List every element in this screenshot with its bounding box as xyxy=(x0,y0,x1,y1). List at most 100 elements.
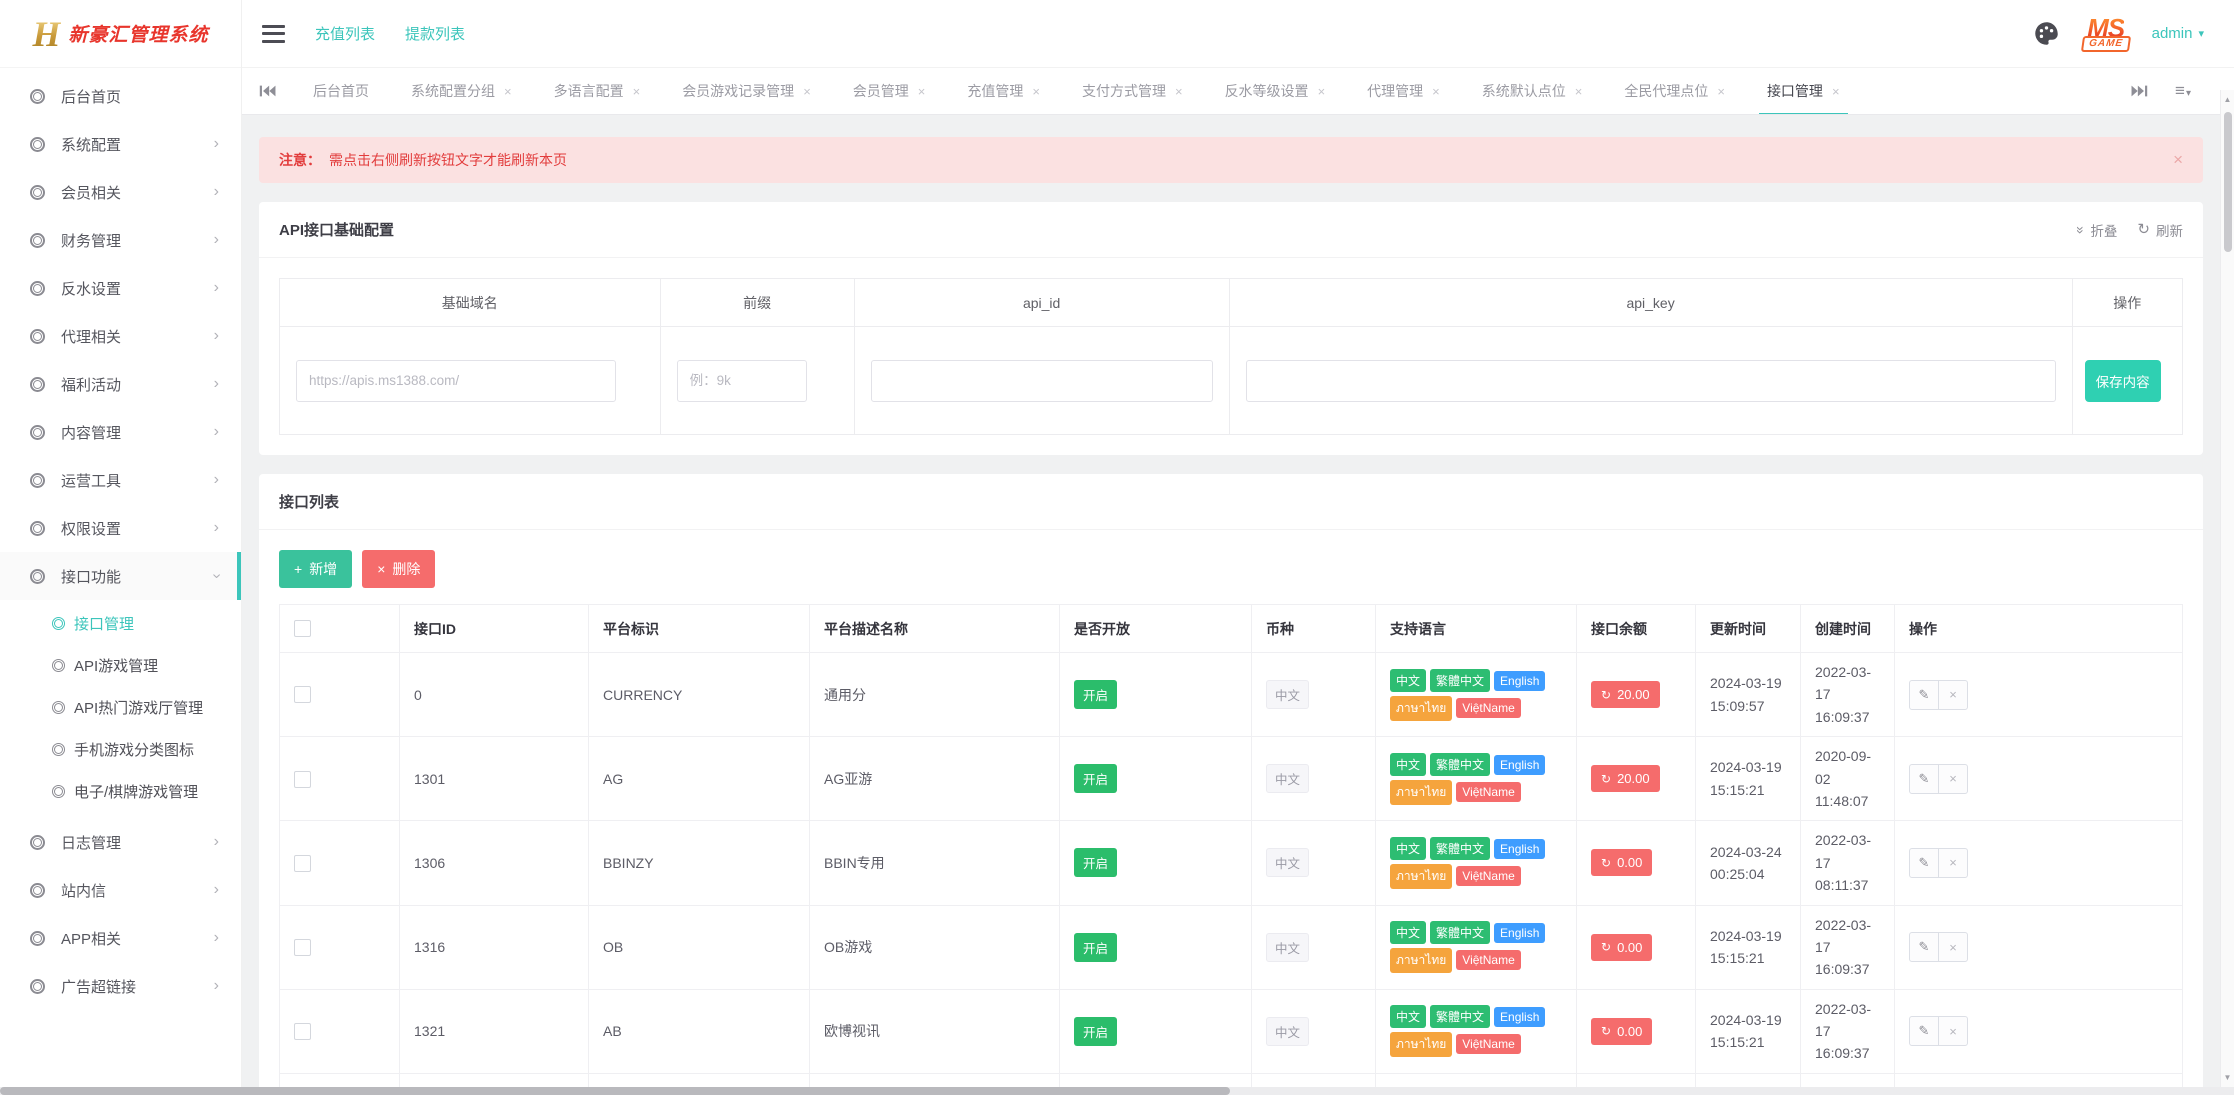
tab-item[interactable]: 充值管理× xyxy=(959,68,1048,114)
api-id-input[interactable] xyxy=(871,360,1213,402)
sidebar-item[interactable]: 日志管理› xyxy=(0,818,241,866)
tab-close-icon[interactable]: × xyxy=(918,85,926,98)
tab-item[interactable]: 接口管理× xyxy=(1759,68,1848,114)
prefix-input[interactable] xyxy=(677,360,807,402)
sidebar-item[interactable]: 反水设置› xyxy=(0,264,241,312)
tab-item[interactable]: 多语言配置× xyxy=(546,68,649,114)
horizontal-scrollbar[interactable] xyxy=(0,1087,2234,1095)
scroll-tabs-right-icon[interactable] xyxy=(2131,84,2149,98)
row-checkbox[interactable] xyxy=(294,686,311,703)
base-domain-input[interactable] xyxy=(296,360,616,402)
hamburger-menu-icon[interactable] xyxy=(262,25,285,43)
tab-close-icon[interactable]: × xyxy=(1175,85,1183,98)
sidebar-item[interactable]: 后台首页 xyxy=(0,72,241,120)
tab-item[interactable]: 支付方式管理× xyxy=(1074,68,1191,114)
sidebar-item[interactable]: 财务管理› xyxy=(0,216,241,264)
tab-close-icon[interactable]: × xyxy=(1575,85,1583,98)
sidebar-item[interactable]: 权限设置› xyxy=(0,504,241,552)
tab-close-icon[interactable]: × xyxy=(1318,85,1326,98)
api-key-input[interactable] xyxy=(1246,360,2056,402)
withdraw-list-link[interactable]: 提款列表 xyxy=(405,23,465,44)
tab-close-icon[interactable]: × xyxy=(1832,85,1840,98)
collapse-button[interactable]: » 折叠 xyxy=(2077,220,2118,240)
tab-close-icon[interactable]: × xyxy=(504,85,512,98)
tab-options-menu-icon[interactable]: ≡▾ xyxy=(2175,81,2192,101)
horizontal-scrollbar-thumb[interactable] xyxy=(0,1087,1230,1095)
tab-close-icon[interactable]: × xyxy=(803,85,811,98)
notice-close-icon[interactable]: × xyxy=(2173,150,2183,170)
remove-button[interactable]: × xyxy=(1938,680,1968,710)
edit-button[interactable]: ✎ xyxy=(1909,680,1939,710)
edit-button[interactable]: ✎ xyxy=(1909,1016,1939,1046)
tab-close-icon[interactable]: × xyxy=(1432,85,1440,98)
sidebar-item[interactable]: 会员相关› xyxy=(0,168,241,216)
table-action-buttons: + 新增 × 删除 xyxy=(279,550,2183,588)
sidebar-item[interactable]: 代理相关› xyxy=(0,312,241,360)
edit-button[interactable]: ✎ xyxy=(1909,848,1939,878)
row-checkbox[interactable] xyxy=(294,855,311,872)
balance-refresh-button[interactable]: ↻20.00 xyxy=(1591,765,1660,792)
vertical-scrollbar-thumb[interactable] xyxy=(2224,112,2232,252)
recharge-list-link[interactable]: 充值列表 xyxy=(315,23,375,44)
user-menu[interactable]: admin ▾ xyxy=(2152,25,2204,42)
palette-icon[interactable] xyxy=(2033,20,2060,47)
balance-refresh-button[interactable]: ↻0.00 xyxy=(1591,1018,1652,1045)
sidebar-item[interactable]: 福利活动› xyxy=(0,360,241,408)
tab-close-icon[interactable]: × xyxy=(1717,85,1725,98)
remove-button[interactable]: × xyxy=(1938,1016,1968,1046)
form-column-header: api_key xyxy=(1229,279,2072,327)
tab-close-icon[interactable]: × xyxy=(1032,85,1040,98)
sidebar-subitem[interactable]: 手机游戏分类图标 xyxy=(0,728,241,770)
sidebar-item[interactable]: 内容管理› xyxy=(0,408,241,456)
tab-item[interactable]: 反水等级设置 × xyxy=(1217,68,1334,114)
language-badge: English xyxy=(1494,1007,1545,1027)
tab-item[interactable]: 系统配置分组× xyxy=(403,68,520,114)
refresh-button[interactable]: ↻ 刷新 xyxy=(2137,220,2183,240)
tab-item[interactable]: 会员游戏记录管理× xyxy=(674,68,819,114)
remove-button[interactable]: × xyxy=(1938,764,1968,794)
tab-item[interactable]: 会员管理× xyxy=(845,68,934,114)
languages-cell: 中文繁體中文EnglishภาษาไทยViệtName xyxy=(1376,1073,1577,1087)
sidebar-item[interactable]: 系统配置› xyxy=(0,120,241,168)
select-all-checkbox[interactable] xyxy=(294,620,311,637)
balance-refresh-button[interactable]: ↻20.00 xyxy=(1591,681,1660,708)
scroll-tabs-left-icon[interactable] xyxy=(242,68,292,114)
scrollbar-down-icon[interactable]: ▼ xyxy=(2221,1073,2234,1082)
chevron-right-icon: › xyxy=(214,376,219,392)
sidebar-subitem[interactable]: API热门游戏厅管理 xyxy=(0,686,241,728)
sidebar-item[interactable]: 接口功能› xyxy=(0,552,241,600)
form-column-header: 前缀 xyxy=(660,279,854,327)
tab-item[interactable]: 后台首页 xyxy=(305,68,377,114)
sidebar-subitem[interactable]: 电子/棋牌游戏管理 xyxy=(0,770,241,812)
sidebar-subitem[interactable]: API游戏管理 xyxy=(0,644,241,686)
timestamp-line: 15:15:21 xyxy=(1710,1031,1786,1053)
remove-button[interactable]: × xyxy=(1938,848,1968,878)
scrollbar-up-icon[interactable]: ▲ xyxy=(2221,95,2234,104)
sidebar-item[interactable]: APP相关› xyxy=(0,914,241,962)
sidebar-subitem[interactable]: 接口管理 xyxy=(0,602,241,644)
row-checkbox[interactable] xyxy=(294,1023,311,1040)
interface-list-card-header: 接口列表 xyxy=(259,474,2203,530)
sidebar-item[interactable]: 运营工具› xyxy=(0,456,241,504)
balance-refresh-button[interactable]: ↻0.00 xyxy=(1591,934,1652,961)
save-button[interactable]: 保存内容 xyxy=(2085,360,2161,402)
row-checkbox[interactable] xyxy=(294,939,311,956)
vertical-scrollbar[interactable]: ▲ ▼ xyxy=(2220,90,2234,1087)
tab-item[interactable]: 系统默认点位× xyxy=(1474,68,1591,114)
balance-refresh-button[interactable]: ↻0.00 xyxy=(1591,849,1652,876)
tab-close-icon[interactable]: × xyxy=(633,85,641,98)
add-button[interactable]: + 新增 xyxy=(279,550,352,588)
tab-label: 反水等级设置 xyxy=(1225,81,1309,101)
table-row: 1306BBINZYBBIN专用开启中文中文繁體中文Englishภาษาไทย… xyxy=(280,821,2183,905)
timestamp-line: 08:11:37 xyxy=(1815,874,1880,896)
edit-button[interactable]: ✎ xyxy=(1909,764,1939,794)
sidebar-item[interactable]: 广告超链接› xyxy=(0,962,241,1010)
delete-button[interactable]: × 删除 xyxy=(362,550,435,588)
sidebar-item[interactable]: 站内信› xyxy=(0,866,241,914)
tab-item[interactable]: 代理管理× xyxy=(1359,68,1448,114)
language-badge: 繁體中文 xyxy=(1430,837,1490,860)
remove-button[interactable]: × xyxy=(1938,932,1968,962)
edit-button[interactable]: ✎ xyxy=(1909,932,1939,962)
row-checkbox[interactable] xyxy=(294,771,311,788)
tab-item[interactable]: 全民代理点位× xyxy=(1616,68,1733,114)
